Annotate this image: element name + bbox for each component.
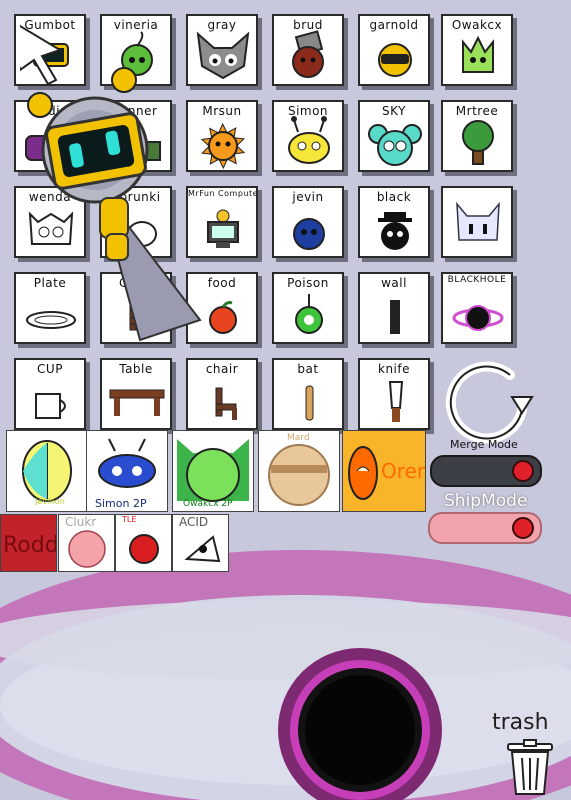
character-card-brud[interactable]: brud	[272, 14, 344, 86]
merged-card-mard[interactable]: Mard	[258, 430, 340, 512]
character-label: CUP	[37, 362, 63, 376]
character-card-knife[interactable]: knife	[358, 358, 430, 430]
ship-mode-knob	[512, 517, 534, 539]
ship-mode-label: ShipMode	[444, 491, 528, 511]
character-label: bat	[297, 362, 319, 376]
character-card-blackhole[interactable]: BLACKHOLE	[441, 272, 513, 344]
character-card-table[interactable]: Table	[100, 358, 172, 430]
character-card-cup[interactable]: CUP	[14, 358, 86, 430]
merge-mode-toggle[interactable]	[430, 455, 542, 487]
merged-caption: Simon 2P	[95, 497, 147, 510]
character-card-simon[interactable]: Simon	[272, 100, 344, 172]
character-label: Table	[119, 362, 153, 376]
character-label: wall	[381, 276, 407, 290]
character-label: Poison	[287, 276, 329, 290]
character-card-chair2[interactable]: chair	[186, 358, 258, 430]
character-card-wall[interactable]: wall	[358, 272, 430, 344]
character-label: knife	[378, 362, 410, 376]
trash-button[interactable]	[500, 738, 560, 798]
clat-icon	[456, 201, 500, 241]
merged-caption: Jevmon	[35, 497, 65, 506]
character-label: Simon	[287, 104, 329, 118]
character-label: garnold	[369, 18, 419, 32]
ship-card-clukr[interactable]: Clukr	[58, 514, 115, 572]
trash-label: trash	[492, 710, 549, 735]
ship-card-tle[interactable]: TLE	[115, 514, 172, 572]
character-card-clat[interactable]	[441, 186, 513, 258]
ship-caption: TLE	[122, 515, 137, 524]
ship-mode-toggle[interactable]	[428, 512, 542, 544]
merged-caption: Mard	[287, 433, 310, 443]
character-label: brud	[293, 18, 323, 32]
merge-mode-label: Merge Mode	[450, 438, 518, 451]
character-card-mrtree[interactable]: Mrtree	[441, 100, 513, 172]
ship-caption: ACID	[179, 515, 209, 529]
merged-card-simon2p[interactable]: Simon 2P	[86, 430, 168, 512]
merged-card-jevmon[interactable]: Jevmon	[6, 430, 88, 512]
merge-mode-knob	[512, 460, 534, 482]
character-label: BLACKHOLE	[447, 275, 507, 285]
character-label: SKY	[382, 104, 406, 118]
character-label: jevin	[292, 190, 324, 204]
character-card-garnold[interactable]: garnold	[358, 14, 430, 86]
ship-caption: Clukr	[65, 515, 97, 529]
character-label: Owakcx	[451, 18, 503, 32]
character-label: Mrtree	[455, 104, 499, 118]
ship-card-rodd[interactable]: Rodd	[0, 514, 57, 572]
circular-arrow-icon	[445, 361, 534, 444]
game-stage: GumbotvineriagraybrudgarnoldOwakcxoddiet…	[0, 0, 571, 800]
merged-caption: Oren	[381, 459, 426, 483]
ship-caption: Rodd	[3, 533, 57, 558]
gumbot-dragged-character[interactable]	[20, 20, 220, 350]
character-card-poison[interactable]: Poison	[272, 272, 344, 344]
trash-can-icon	[507, 739, 553, 795]
character-card-sky[interactable]: SKY	[358, 100, 430, 172]
character-card-owakcx[interactable]: Owakcx	[441, 14, 513, 86]
character-label: black	[376, 190, 412, 204]
character-card-black[interactable]: black	[358, 186, 430, 258]
reset-button[interactable]	[440, 355, 535, 445]
mard-icon	[268, 444, 330, 506]
merged-caption: Owakcx 2P	[183, 499, 233, 509]
character-label: chair	[205, 362, 239, 376]
merged-card-oren[interactable]: Oren	[342, 430, 426, 512]
character-card-bat[interactable]: bat	[272, 358, 344, 430]
ship-card-acid[interactable]: ACID	[172, 514, 229, 572]
merged-card-owakcx2p[interactable]: Owakcx 2P	[172, 430, 254, 512]
character-card-jevin[interactable]: jevin	[272, 186, 344, 258]
